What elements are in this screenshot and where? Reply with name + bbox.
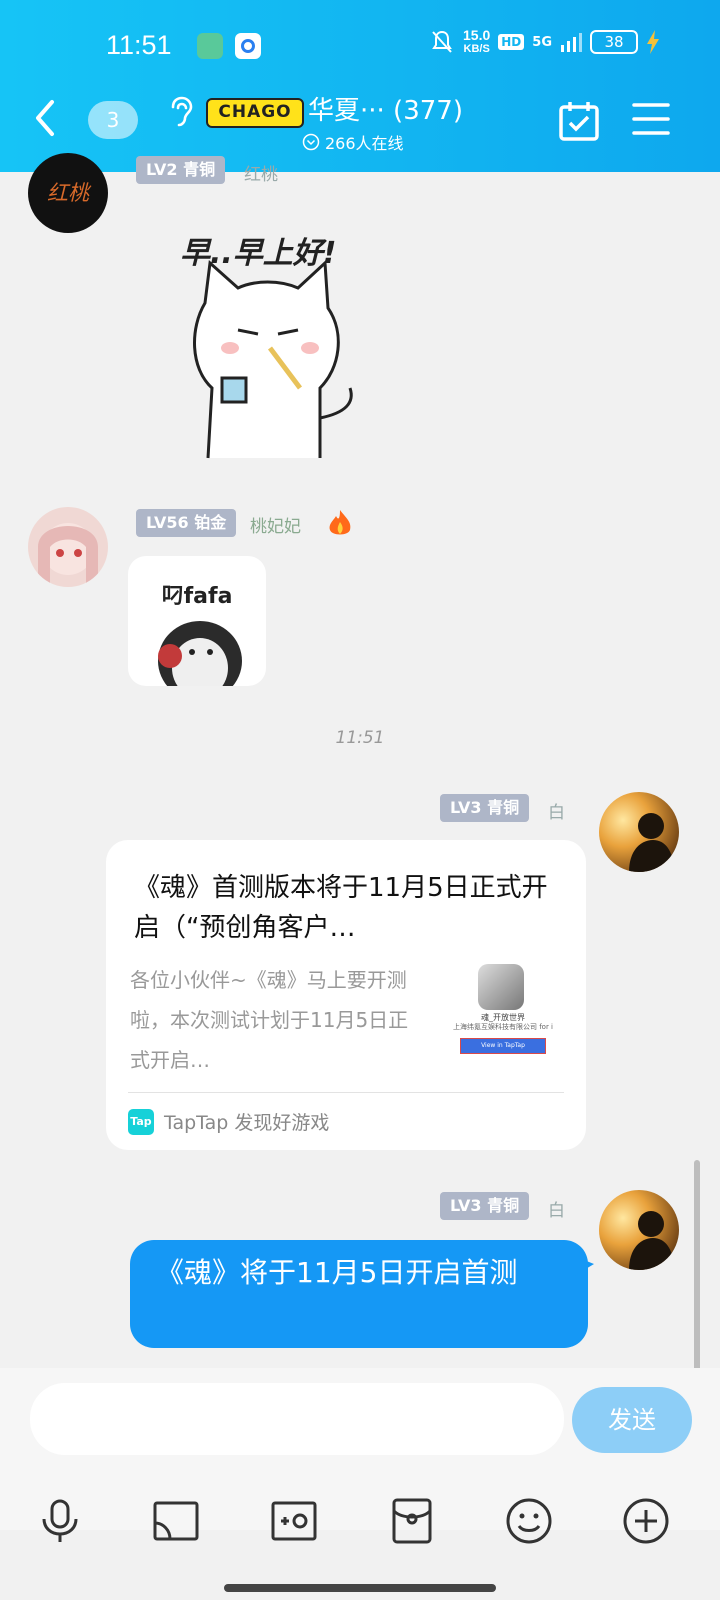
back-icon[interactable]	[30, 98, 60, 138]
screen-cast-icon[interactable]	[152, 1497, 200, 1545]
sender-nickname[interactable]: 红桃	[244, 160, 278, 185]
avatar-text: 红桃	[47, 181, 89, 205]
message-text: 《魂》将于11月5日开启首测	[156, 1256, 518, 1289]
ear-icon[interactable]	[165, 95, 195, 129]
online-count-label: 266人在线	[325, 134, 404, 153]
level-badge: LV56 铂金	[136, 509, 237, 537]
game-icon	[478, 964, 524, 1010]
cat-illustration	[193, 259, 353, 459]
net-speed-unit: KB/S	[463, 43, 490, 55]
net-speed-value: 15.0	[463, 27, 491, 43]
hd-badge: HD	[498, 34, 525, 50]
menu-icon[interactable]	[632, 100, 670, 138]
card-source: Tap TapTap 发现好游戏	[128, 1108, 329, 1135]
network-type: 5G	[532, 34, 552, 50]
red-packet-icon[interactable]	[388, 1497, 436, 1545]
anime-girl-avatar	[38, 523, 98, 587]
sender-nickname[interactable]: 白	[548, 798, 565, 823]
net-speed: 15.0 KB/S	[463, 28, 490, 56]
emoji-icon[interactable]	[505, 1497, 553, 1545]
online-count: 266人在线	[302, 130, 404, 154]
silhouette-avatar	[629, 1211, 675, 1270]
silhouette-avatar	[629, 813, 675, 872]
sender-nickname[interactable]: 桃妃妃	[250, 512, 301, 537]
fire-icon	[329, 510, 351, 535]
microphone-icon[interactable]	[36, 1497, 84, 1545]
battery-indicator: 38	[590, 30, 638, 54]
chevron-down-icon	[302, 133, 320, 151]
status-app-icon	[197, 33, 223, 59]
self-avatar[interactable]	[599, 792, 679, 872]
penguin-sticker[interactable]: 叼fafa	[128, 556, 266, 686]
unread-count-badge[interactable]: 3	[88, 101, 138, 139]
message-bubble[interactable]: 《魂》将于11月5日开启首测	[130, 1240, 588, 1348]
penguin-illustration	[158, 621, 242, 686]
thumbnail-company: 上海纬氪互娱科技有限公司 for i	[452, 1023, 554, 1031]
level-badge: LV3 青铜	[440, 1192, 530, 1220]
card-title: 《魂》首测版本将于11月5日正式开启（“预创角客户…	[134, 873, 548, 943]
plus-icon[interactable]	[622, 1497, 670, 1545]
self-avatar[interactable]	[599, 1190, 679, 1270]
photo-icon[interactable]	[270, 1497, 318, 1545]
group-logo: CHAGO	[206, 98, 304, 128]
status-indicators: 15.0 KB/S HD 5G 38	[429, 28, 660, 56]
signal-icon	[561, 33, 582, 52]
charging-icon	[647, 30, 659, 54]
mute-icon	[432, 30, 452, 53]
status-time: 11:51	[106, 30, 172, 60]
shared-link-card[interactable]: 《魂》首测版本将于11月5日正式开启（“预创角客户… 各位小伙伴~《魂》马上要开…	[106, 840, 586, 1150]
send-button[interactable]: 发送	[572, 1387, 692, 1453]
calendar-check-icon[interactable]	[558, 100, 600, 142]
view-in-taptap-button: View in TapTap	[460, 1038, 546, 1054]
group-title[interactable]: 华夏··· (377)	[308, 90, 463, 127]
cat-sticker[interactable]: 早..早上好!	[160, 218, 370, 468]
status-app-icon	[235, 33, 261, 59]
bubble-tail	[574, 1256, 594, 1276]
scrollbar[interactable]	[694, 1160, 700, 1375]
sender-avatar[interactable]: 红桃	[28, 153, 108, 233]
source-name: TapTap 发现好游戏	[164, 1112, 330, 1134]
message-timestamp: 11:51	[335, 728, 385, 748]
home-indicator[interactable]	[224, 1584, 496, 1592]
sender-nickname[interactable]: 白	[548, 1196, 565, 1221]
taptap-logo: Tap	[128, 1108, 154, 1135]
level-badge: LV3 青铜	[440, 794, 530, 822]
chat-header: 11:51 15.0 KB/S HD 5G 38 3 CHAGO 华夏··· (…	[0, 0, 720, 172]
card-divider	[128, 1092, 564, 1093]
card-description: 各位小伙伴~《魂》马上要开测啦，本次测试计划于11月5日正式开启…	[130, 968, 409, 1072]
level-badge: LV2 青铜	[136, 156, 226, 184]
card-thumbnail: 魂_开放世界 上海纬氪互娱科技有限公司 for i View in TapTap	[448, 960, 558, 1070]
message-input[interactable]	[30, 1383, 564, 1455]
sender-avatar[interactable]	[28, 507, 108, 587]
